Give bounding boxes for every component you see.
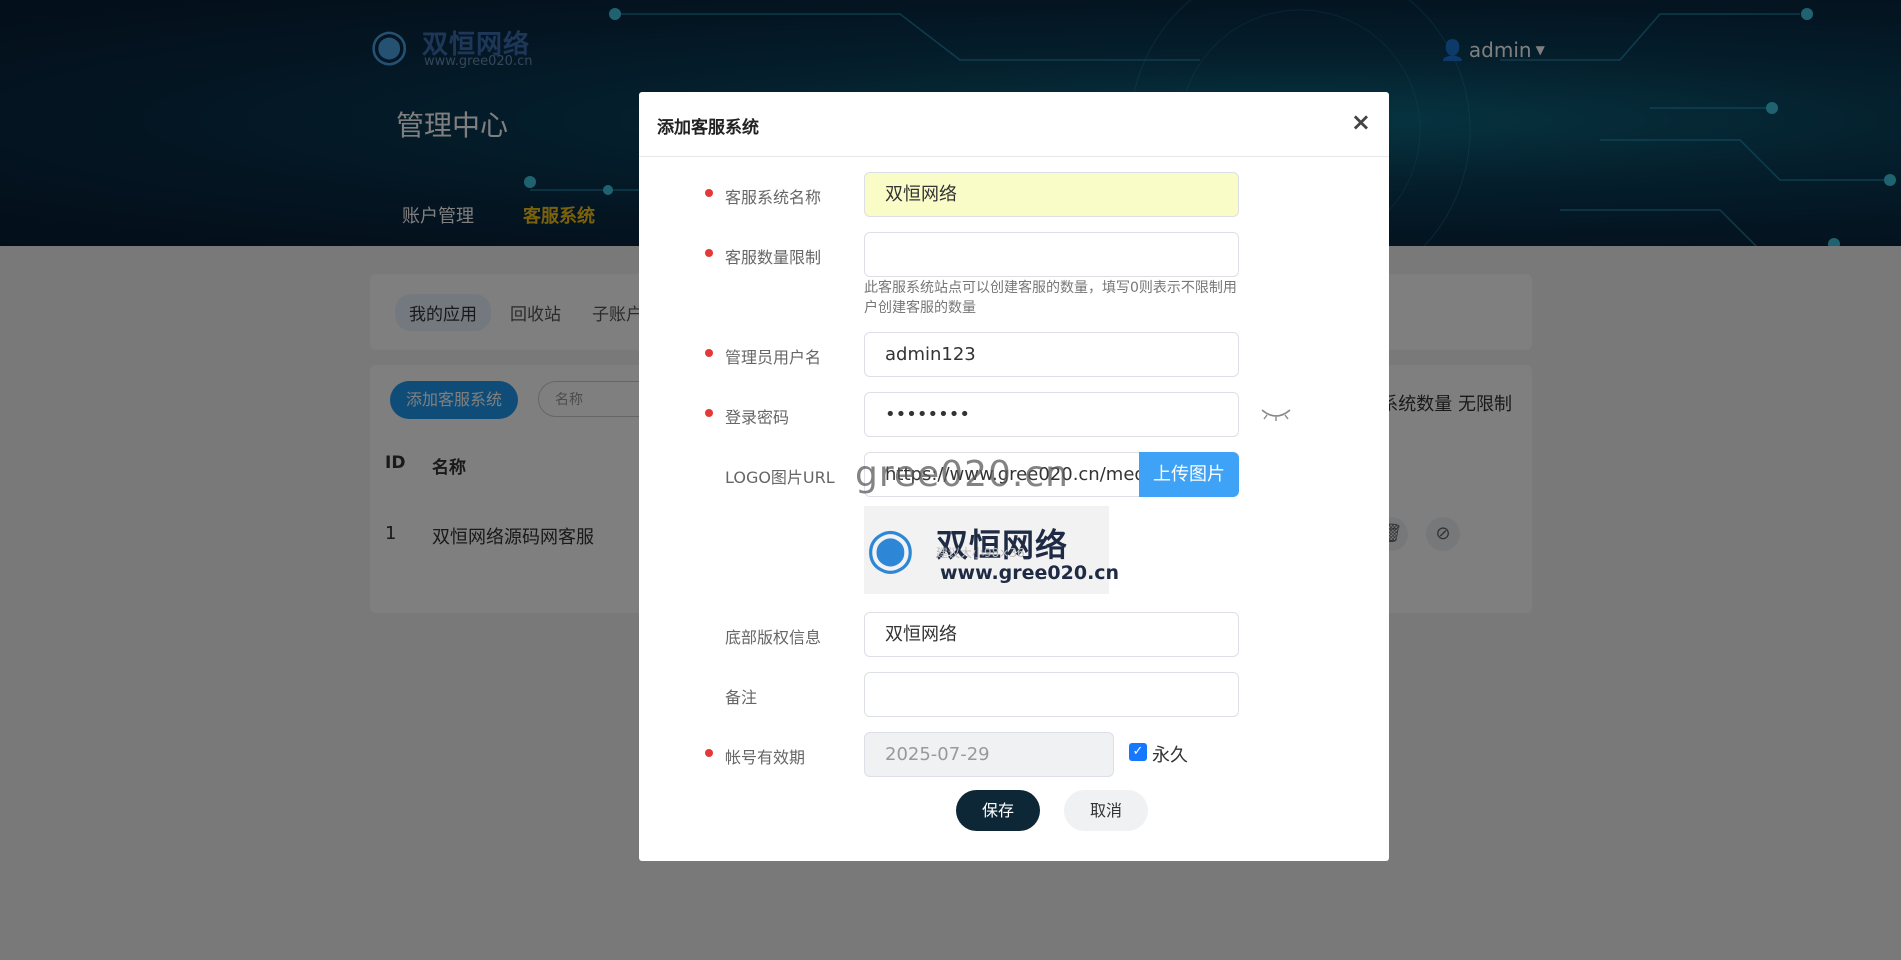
service-limit-input[interactable] — [864, 232, 1239, 277]
required-marker — [705, 249, 713, 257]
service-limit-hint: 此客服系统站点可以创建客服的数量，填写0则表示不限制用户创建客服的数量 — [864, 280, 1237, 316]
remark-input[interactable] — [864, 672, 1239, 717]
password-input[interactable]: •••••••• — [864, 392, 1239, 437]
save-button[interactable]: 保存 — [956, 790, 1040, 831]
required-marker — [705, 349, 713, 357]
label-system-name: 客服系统名称 — [725, 188, 822, 207]
label-password: 登录密码 — [725, 408, 790, 427]
close-icon[interactable]: × — [1351, 108, 1371, 136]
expiry-date-input[interactable]: 2025-07-29 — [864, 732, 1114, 777]
upload-image-button[interactable]: 上传图片 — [1139, 452, 1239, 497]
eye-closed-icon[interactable] — [1259, 404, 1293, 424]
required-marker — [705, 409, 713, 417]
label-expiry: 帐号有效期 — [725, 748, 806, 767]
copyright-input[interactable]: 双恒网络 — [864, 612, 1239, 657]
label-copyright: 底部版权信息 — [725, 628, 822, 647]
required-marker — [705, 749, 713, 757]
modal-title: 添加客服系统 — [657, 118, 759, 138]
label-remark: 备注 — [725, 688, 758, 707]
logo-preview: ◉ 双恒网络 建议大小98×36 www.gree020.cn — [864, 506, 1119, 594]
watermark-text: gree020.cn — [855, 454, 1069, 495]
cancel-button[interactable]: 取消 — [1064, 790, 1148, 831]
label-logo-url: LOGO图片URL — [725, 468, 835, 487]
permanent-checkbox[interactable]: ✓ — [1129, 743, 1147, 761]
label-admin-username: 管理员用户名 — [725, 348, 822, 367]
system-name-input[interactable]: 双恒网络 — [864, 172, 1239, 217]
dolphin-logo-icon: ◉ — [866, 516, 915, 581]
preview-url: www.gree020.cn — [940, 562, 1120, 584]
required-marker — [705, 189, 713, 197]
modal-header: 添加客服系统 × — [639, 92, 1389, 157]
preview-size-hint: 建议大小98×36 — [936, 546, 1025, 560]
permanent-label[interactable]: 永久 — [1152, 741, 1188, 767]
add-system-modal: 添加客服系统 × 客服系统名称 双恒网络 客服数量限制 此客服系统站点可以创建客… — [639, 92, 1389, 861]
label-service-limit: 客服数量限制 — [725, 248, 822, 267]
admin-username-input[interactable]: admin123 — [864, 332, 1239, 377]
